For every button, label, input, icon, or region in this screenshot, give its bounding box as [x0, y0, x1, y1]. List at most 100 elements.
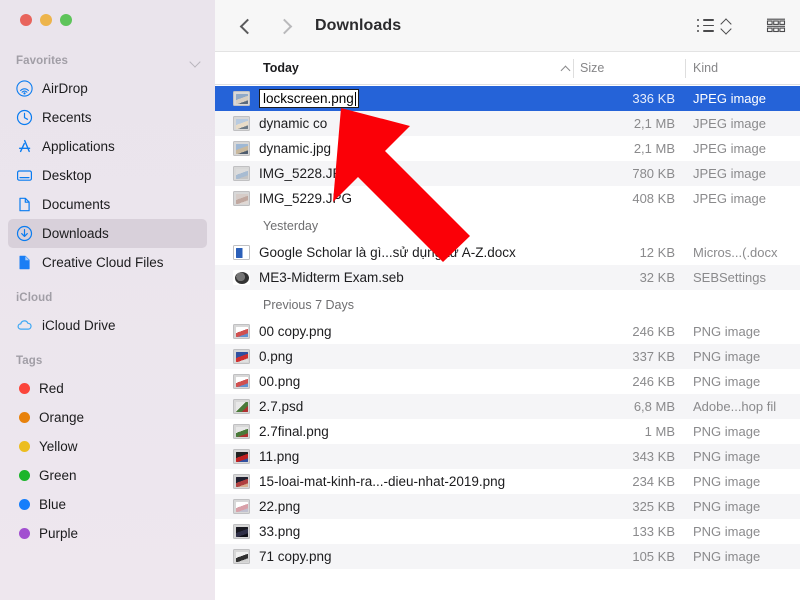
file-size: 12 KB	[515, 245, 675, 260]
sidebar-item-tag-orange[interactable]: Orange	[8, 403, 207, 432]
downloads-icon	[16, 225, 33, 242]
table-row[interactable]: 33.png133 KBPNG image	[215, 519, 800, 544]
file-list[interactable]: lockscreen.png336 KBJPEG imagedynamic co…	[215, 86, 800, 600]
table-row[interactable]: lockscreen.png336 KBJPEG image	[215, 86, 800, 111]
text-caret	[355, 92, 357, 106]
document-icon	[16, 196, 33, 213]
file-name: IMG_5228.JPG	[259, 166, 352, 181]
file-name: Google Scholar là gì...sử dụng từ A-Z.do…	[259, 245, 516, 260]
file-kind: JPEG image	[693, 191, 800, 206]
finder-window: Favorites AirDrop Recents	[0, 0, 800, 600]
sidebar-item-tag-blue[interactable]: Blue	[8, 490, 207, 519]
file-size: 325 KB	[515, 499, 675, 514]
sidebar-item-tag-yellow[interactable]: Yellow	[8, 432, 207, 461]
sidebar-item-label: Yellow	[39, 439, 78, 454]
sort-chevrons-icon[interactable]	[721, 18, 732, 34]
forward-button[interactable]	[271, 13, 297, 39]
sidebar-item-creative-cloud-files[interactable]: Creative Cloud Files	[8, 248, 207, 277]
sidebar-item-applications[interactable]: Applications	[8, 132, 207, 161]
table-row[interactable]: ME3-Midterm Exam.seb32 KBSEBSettings	[215, 265, 800, 290]
image-thumb-icon	[233, 191, 250, 206]
creative-cloud-icon	[16, 254, 33, 271]
file-kind: JPEG image	[693, 116, 800, 131]
file-name: 15-loai-mat-kinh-ra...-dieu-nhat-2019.pn…	[259, 474, 505, 489]
file-kind: PNG image	[693, 474, 800, 489]
seb-file-icon	[233, 270, 250, 285]
table-row[interactable]: IMG_5228.JPG780 KBJPEG image	[215, 161, 800, 186]
column-header-kind[interactable]: Kind	[693, 61, 718, 75]
sidebar-item-tag-green[interactable]: Green	[8, 461, 207, 490]
file-kind: PNG image	[693, 524, 800, 539]
table-row[interactable]: 00.png246 KBPNG image	[215, 369, 800, 394]
image-thumb-icon	[233, 374, 250, 389]
table-row[interactable]: Google Scholar là gì...sử dụng từ A-Z.do…	[215, 240, 800, 265]
file-kind: Micros...(.docx	[693, 245, 800, 260]
table-row[interactable]: dynamic co 2,1 MB JPEG image	[215, 111, 800, 136]
table-row[interactable]: 22.png325 KBPNG image	[215, 494, 800, 519]
file-name: 11.png	[259, 449, 299, 464]
psd-file-icon	[233, 399, 250, 414]
sidebar-item-desktop[interactable]: Desktop	[8, 161, 207, 190]
table-row[interactable]: 15-loai-mat-kinh-ra...-dieu-nhat-2019.pn…	[215, 469, 800, 494]
word-doc-icon	[233, 245, 250, 260]
rename-input[interactable]: lockscreen.png	[259, 89, 359, 108]
table-row[interactable]: dynamic.jpg2,1 MBJPEG image	[215, 136, 800, 161]
sidebar-item-icloud-drive[interactable]: iCloud Drive	[8, 311, 207, 340]
column-header-size[interactable]: Size	[580, 61, 604, 75]
sidebar-item-label: Red	[39, 381, 64, 396]
group-items-icon[interactable]	[766, 18, 786, 33]
file-group-header: Previous 7 Days	[215, 290, 800, 319]
cloud-icon	[16, 317, 33, 334]
sidebar-item-label: Purple	[39, 526, 78, 541]
sidebar-item-documents[interactable]: Documents	[8, 190, 207, 219]
file-size: 2,1 MB	[515, 116, 675, 131]
image-thumb-icon	[233, 424, 250, 439]
table-row[interactable]: 00 copy.png246 KBPNG image	[215, 319, 800, 344]
minimize-button[interactable]	[40, 14, 52, 26]
sidebar-item-downloads[interactable]: Downloads	[8, 219, 207, 248]
image-thumb-icon	[233, 116, 250, 131]
table-row[interactable]: 71 copy.png105 KBPNG image	[215, 544, 800, 569]
file-name: dynamic co	[259, 116, 327, 131]
file-name: ME3-Midterm Exam.seb	[259, 270, 404, 285]
applications-icon	[16, 138, 33, 155]
sidebar-item-recents[interactable]: Recents	[8, 103, 207, 132]
sidebar-section-title: Tags	[16, 355, 42, 367]
tag-dot-icon	[19, 470, 30, 481]
back-button[interactable]	[233, 13, 259, 39]
file-size: 6,8 MB	[515, 399, 675, 414]
table-row[interactable]: 2.7.psd6,8 MBAdobe...hop fil	[215, 394, 800, 419]
table-row[interactable]: 11.png343 KBPNG image	[215, 444, 800, 469]
table-row[interactable]: IMG_5229.JPG408 KBJPEG image	[215, 186, 800, 211]
sidebar-item-tag-purple[interactable]: Purple	[8, 519, 207, 548]
file-size: 105 KB	[515, 549, 675, 564]
sidebar-item-label: Downloads	[42, 226, 109, 241]
column-divider[interactable]	[573, 59, 574, 78]
column-header-name[interactable]: Today	[263, 61, 299, 75]
file-size: 336 KB	[515, 91, 675, 106]
list-view-icon[interactable]	[697, 19, 714, 33]
file-name: 33.png	[259, 524, 300, 539]
column-divider[interactable]	[685, 59, 686, 78]
tag-dot-icon	[19, 441, 30, 452]
rename-input-value: lockscreen.png	[263, 91, 354, 107]
file-kind: PNG image	[693, 424, 800, 439]
chevron-down-icon[interactable]	[190, 56, 201, 67]
sidebar-section-icloud: iCloud	[0, 285, 215, 311]
maximize-button[interactable]	[60, 14, 72, 26]
image-thumb-icon	[233, 349, 250, 364]
table-row[interactable]: 2.7final.png1 MBPNG image	[215, 419, 800, 444]
file-size: 1 MB	[515, 424, 675, 439]
sidebar-item-tag-red[interactable]: Red	[8, 374, 207, 403]
image-thumb-icon	[233, 91, 250, 106]
sidebar-section-title: iCloud	[16, 292, 52, 304]
file-size: 32 KB	[515, 270, 675, 285]
sidebar-item-label: Documents	[42, 197, 110, 212]
file-name: 00 copy.png	[259, 324, 332, 339]
table-row[interactable]: 0.png337 KBPNG image	[215, 344, 800, 369]
page-title: Downloads	[315, 17, 401, 35]
sidebar-item-airdrop[interactable]: AirDrop	[8, 74, 207, 103]
sidebar-item-label: Creative Cloud Files	[42, 255, 164, 270]
close-button[interactable]	[20, 14, 32, 26]
file-size: 2,1 MB	[515, 141, 675, 156]
